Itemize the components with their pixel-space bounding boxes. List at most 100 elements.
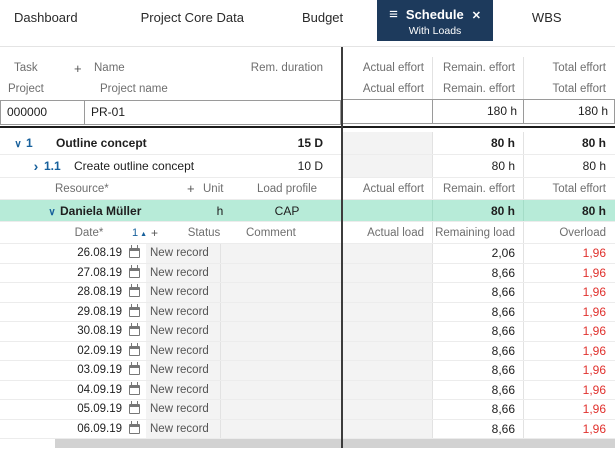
load-comment[interactable] — [220, 341, 341, 360]
load-row[interactable]: 27.08.19 New record 8,66 1,96 — [0, 263, 615, 283]
horizontal-scrollbar[interactable] — [55, 439, 615, 448]
task-name: Create outline concept — [74, 159, 195, 173]
actual-load-cell[interactable] — [341, 400, 432, 419]
project-total-effort-field[interactable]: 180 h — [523, 99, 615, 124]
load-comment[interactable] — [220, 302, 341, 321]
load-date[interactable]: 28.08.19 — [55, 286, 122, 298]
add-task-button[interactable]: + — [74, 61, 94, 76]
load-row[interactable]: 03.09.19 New record 8,66 1,96 — [0, 361, 615, 381]
tab-wbs[interactable]: WBS — [518, 0, 576, 36]
collapse-resource-icon[interactable] — [44, 204, 60, 218]
sort-ascending-icon[interactable] — [140, 227, 147, 239]
load-comment[interactable] — [220, 244, 341, 263]
actual-load-cell[interactable] — [341, 322, 432, 341]
remaining-load-cell[interactable]: 8,66 — [432, 302, 523, 321]
actual-load-cell[interactable] — [341, 302, 432, 321]
task-row[interactable]: 1 Outline concept 15 D 80 h 80 h — [0, 132, 615, 155]
load-comment[interactable] — [220, 380, 341, 399]
actual-load-cell[interactable] — [341, 380, 432, 399]
load-date[interactable]: 03.09.19 — [55, 364, 122, 376]
remaining-load-cell[interactable]: 8,66 — [432, 341, 523, 360]
col-header-total-effort-2: Total effort — [523, 79, 614, 99]
overload-cell: 1,96 — [523, 244, 614, 263]
remaining-load-cell[interactable]: 8,66 — [432, 283, 523, 302]
resource-row[interactable]: Daniela Müller h CAP 80 h 80 h — [0, 200, 615, 222]
calendar-icon[interactable] — [122, 323, 146, 337]
remaining-load-cell[interactable]: 2,06 — [432, 244, 523, 263]
sort-control[interactable]: 1 + — [123, 226, 167, 240]
subtask-row[interactable]: 1.1 Create outline concept 10 D 80 h 80 … — [0, 155, 615, 178]
load-row[interactable]: 26.08.19 New record 2,06 1,96 — [0, 244, 615, 264]
load-comment[interactable] — [220, 263, 341, 282]
actual-load-cell[interactable] — [341, 263, 432, 282]
project-name-field[interactable]: PR-01 — [84, 100, 341, 125]
load-comment[interactable] — [220, 400, 341, 419]
overload-cell: 1,96 — [523, 419, 614, 438]
load-row[interactable]: 29.08.19 New record 8,66 1,96 — [0, 302, 615, 322]
col-header-name: Name — [94, 62, 125, 74]
tab-dashboard[interactable]: Dashboard — [0, 0, 92, 36]
remaining-load-cell[interactable]: 8,66 — [432, 380, 523, 399]
overload-cell: 1,96 — [523, 341, 614, 360]
remaining-load-cell[interactable]: 8,66 — [432, 361, 523, 380]
resource-name: Daniela Müller — [60, 203, 142, 218]
load-row[interactable]: 05.09.19 New record 8,66 1,96 — [0, 400, 615, 420]
load-date[interactable]: 06.09.19 — [55, 423, 122, 435]
close-tab-icon[interactable] — [472, 7, 481, 22]
load-row[interactable]: 04.09.19 New record 8,66 1,96 — [0, 380, 615, 400]
calendar-icon[interactable] — [122, 420, 146, 434]
load-date[interactable]: 30.08.19 — [55, 325, 122, 337]
actual-load-cell[interactable] — [341, 361, 432, 380]
collapse-task-icon[interactable] — [10, 136, 26, 150]
load-date[interactable]: 02.09.19 — [55, 345, 122, 357]
calendar-icon[interactable] — [122, 264, 146, 278]
load-row[interactable]: 06.09.19 New record 8,66 1,96 — [0, 419, 615, 439]
load-date[interactable]: 29.08.19 — [55, 306, 122, 318]
load-row[interactable]: 28.08.19 New record 8,66 1,96 — [0, 283, 615, 303]
expand-task-icon[interactable] — [28, 158, 44, 174]
load-row[interactable]: 30.08.19 New record 8,66 1,96 — [0, 322, 615, 342]
tab-bar: Dashboard Project Core Data Budget Sched… — [0, 0, 615, 46]
calendar-icon[interactable] — [122, 245, 146, 259]
add-load-button[interactable]: + — [151, 226, 158, 240]
col-header-total-effort: Total effort — [523, 57, 614, 79]
load-comment[interactable] — [220, 361, 341, 380]
remaining-load-cell[interactable]: 8,66 — [432, 419, 523, 438]
add-resource-button[interactable]: + — [187, 181, 203, 196]
col-header-project-name: Project name — [100, 83, 168, 95]
calendar-icon[interactable] — [122, 303, 146, 317]
load-comment[interactable] — [220, 419, 341, 438]
calendar-icon[interactable] — [122, 401, 146, 415]
actual-load-cell[interactable] — [341, 283, 432, 302]
load-date[interactable]: 27.08.19 — [55, 267, 122, 279]
menu-icon[interactable] — [389, 6, 398, 23]
calendar-icon[interactable] — [122, 362, 146, 376]
load-date[interactable]: 26.08.19 — [55, 247, 122, 259]
resource-unit: h — [216, 203, 224, 218]
col-header-resource: Resource* — [55, 182, 109, 195]
load-date[interactable]: 05.09.19 — [55, 403, 122, 415]
spacer — [0, 47, 615, 57]
load-comment[interactable] — [220, 322, 341, 341]
actual-load-cell[interactable] — [341, 244, 432, 263]
actual-load-cell[interactable] — [341, 341, 432, 360]
load-date[interactable]: 04.09.19 — [55, 384, 122, 396]
remaining-load-cell[interactable]: 8,66 — [432, 263, 523, 282]
tab-project-core-data[interactable]: Project Core Data — [127, 0, 258, 36]
tab-schedule[interactable]: Schedule With Loads — [377, 0, 493, 41]
calendar-icon[interactable] — [122, 342, 146, 356]
load-comment[interactable] — [220, 283, 341, 302]
project-actual-effort-field[interactable] — [341, 99, 433, 124]
task-rem-duration: 10 D — [297, 159, 323, 173]
project-id-field[interactable]: 000000 — [0, 100, 85, 125]
project-remain-effort-field[interactable]: 180 h — [432, 99, 524, 124]
task-remain-effort: 80 h — [432, 155, 523, 177]
remaining-load-cell[interactable]: 8,66 — [432, 322, 523, 341]
calendar-icon[interactable] — [122, 284, 146, 298]
project-row: 000000 PR-01 180 h 180 h — [0, 99, 615, 126]
remaining-load-cell[interactable]: 8,66 — [432, 400, 523, 419]
tab-budget[interactable]: Budget — [288, 0, 357, 36]
actual-load-cell[interactable] — [341, 419, 432, 438]
load-row[interactable]: 02.09.19 New record 8,66 1,96 — [0, 341, 615, 361]
calendar-icon[interactable] — [122, 381, 146, 395]
